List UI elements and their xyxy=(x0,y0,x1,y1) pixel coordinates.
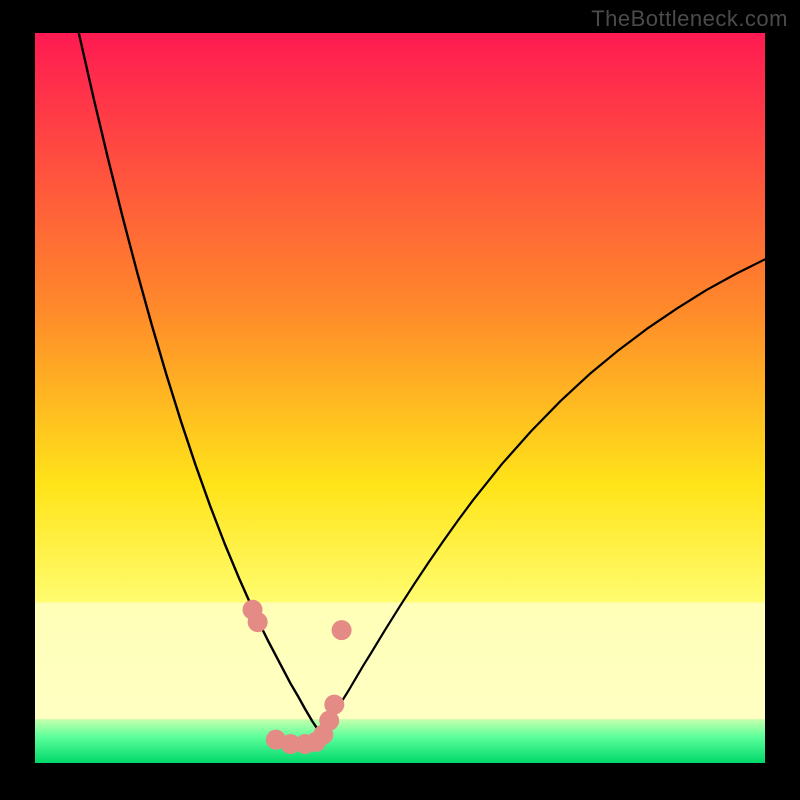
bottleneck-chart xyxy=(0,0,800,800)
curve-marker xyxy=(324,695,344,715)
watermark-text: TheBottleneck.com xyxy=(591,6,788,32)
curve-marker xyxy=(332,620,352,640)
plot-area xyxy=(35,33,765,763)
green-band xyxy=(35,719,765,763)
chart-stage: TheBottleneck.com xyxy=(0,0,800,800)
pale-band xyxy=(35,602,765,719)
curve-marker xyxy=(248,612,268,632)
